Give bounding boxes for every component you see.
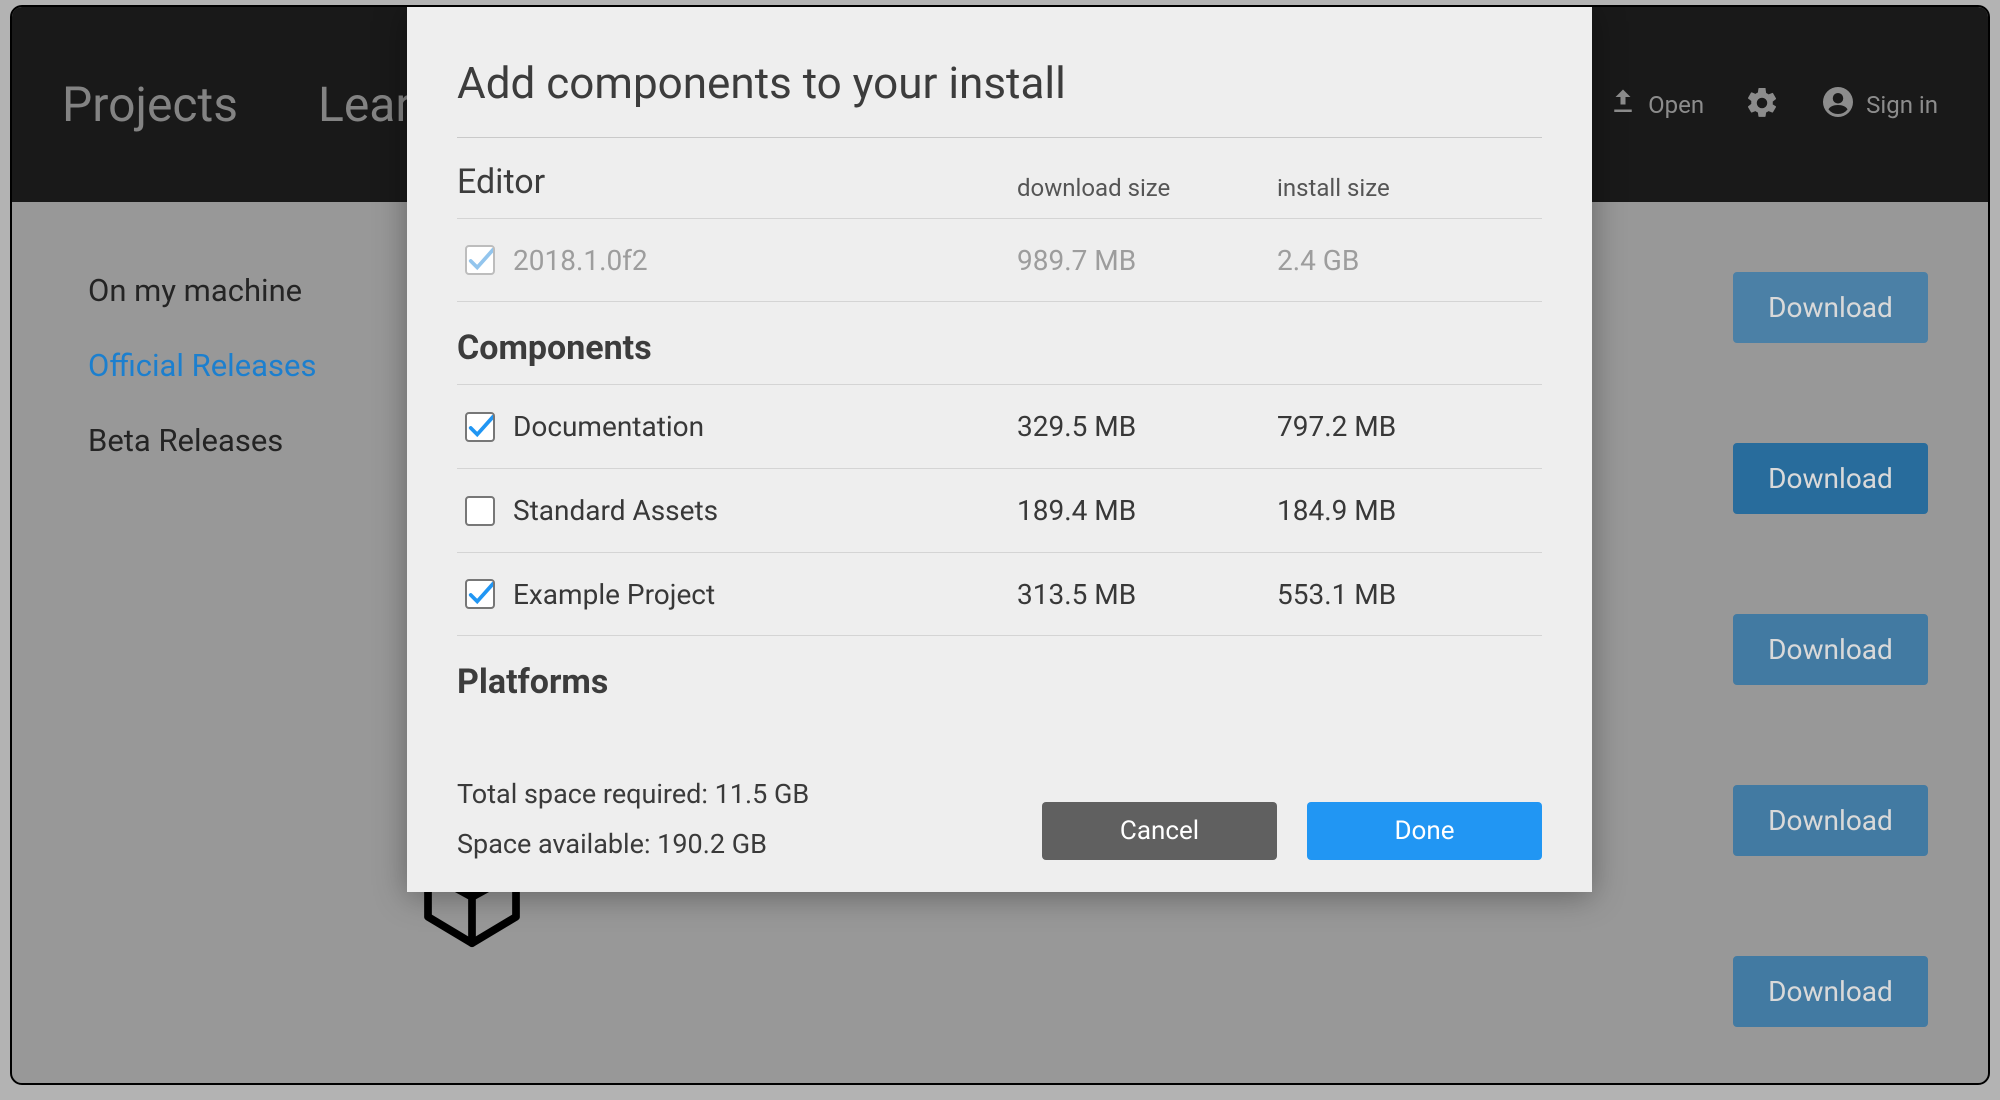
editor-version-label: 2018.1.0f2 [513,244,648,277]
component-download-size: 189.4 MB [1017,494,1277,527]
editor-row: 2018.1.0f2 989.7 MB 2.4 GB [457,218,1542,302]
component-label: Example Project [513,578,715,611]
component-install-size: 184.9 MB [1277,494,1497,527]
component-download-size: 329.5 MB [1017,410,1277,443]
space-available: Space available: 190.2 GB [457,828,809,860]
component-install-size: 553.1 MB [1277,578,1497,611]
section-components-title: Components [457,328,1542,368]
checkbox-example-project[interactable] [465,579,495,609]
component-label: Documentation [513,410,704,443]
component-install-size: 797.2 MB [1277,410,1497,443]
done-button[interactable]: Done [1307,802,1542,860]
cancel-button[interactable]: Cancel [1042,802,1277,860]
checkbox-documentation[interactable] [465,412,495,442]
editor-download-size: 989.7 MB [1017,244,1277,277]
checkbox-standard-assets[interactable] [465,496,495,526]
component-row-standard-assets[interactable]: Standard Assets 189.4 MB 184.9 MB [457,468,1542,552]
col-install-size: install size [1277,174,1497,202]
component-row-example-project[interactable]: Example Project 313.5 MB 553.1 MB [457,552,1542,636]
section-platforms-title: Platforms [457,662,1542,702]
modal-title: Add components to your install [457,57,1542,109]
component-row-documentation[interactable]: Documentation 329.5 MB 797.2 MB [457,384,1542,468]
total-space-required: Total space required: 11.5 GB [457,778,809,810]
editor-install-size: 2.4 GB [1277,244,1497,277]
checkbox-editor-version [465,245,495,275]
divider [457,137,1542,138]
col-download-size: download size [1017,174,1277,202]
add-components-modal: Add components to your install Editor do… [407,7,1592,892]
component-label: Standard Assets [513,494,718,527]
section-editor-title: Editor [457,162,1017,202]
component-download-size: 313.5 MB [1017,578,1277,611]
